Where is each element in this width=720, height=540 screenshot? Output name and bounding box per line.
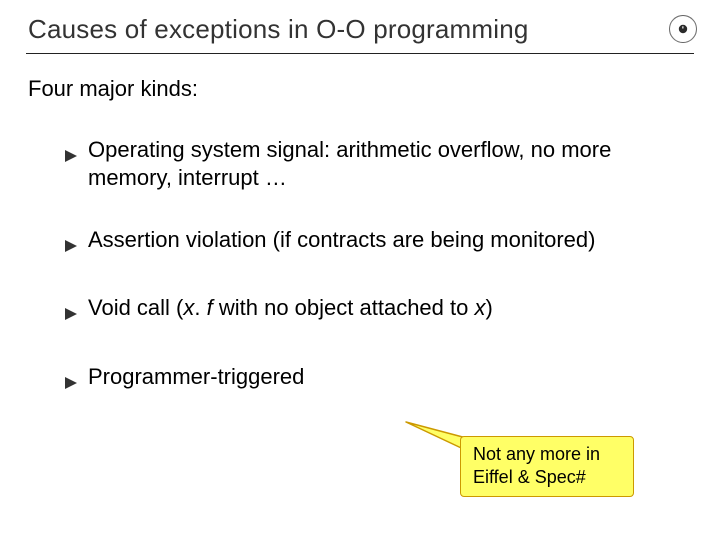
callout-text: Not any more in Eiffel & Spec#	[473, 444, 600, 487]
text-fragment: Void call (	[88, 295, 183, 320]
variable-x: x	[183, 295, 194, 320]
title-row: Causes of exceptions in O-O programming	[28, 14, 692, 45]
slide-title: Causes of exceptions in O-O programming	[28, 14, 529, 45]
list-item-text: Operating system signal: arithmetic over…	[88, 136, 692, 192]
list-item-text: Programmer-triggered	[88, 363, 692, 391]
text-fragment: with no object attached to	[213, 295, 475, 320]
text-fragment: )	[485, 295, 492, 320]
bullet-list: Operating system signal: arithmetic over…	[28, 136, 692, 397]
slide: Causes of exceptions in O-O programming …	[0, 0, 720, 540]
callout: Not any more in Eiffel & Spec#	[404, 418, 684, 508]
list-item-text: Void call (x. f with no object attached …	[88, 294, 692, 322]
list-item-text: Assertion violation (if contracts are be…	[88, 226, 692, 254]
list-item: Assertion violation (if contracts are be…	[64, 226, 692, 260]
text-fragment: .	[194, 295, 206, 320]
variable-x: x	[474, 295, 485, 320]
callout-box: Not any more in Eiffel & Spec#	[460, 436, 634, 497]
intro-text: Four major kinds:	[28, 76, 692, 102]
triangle-right-icon	[64, 300, 78, 328]
triangle-right-icon	[64, 232, 78, 260]
list-item: Programmer-triggered	[64, 363, 692, 397]
list-item: Void call (x. f with no object attached …	[64, 294, 692, 328]
logo-icon	[668, 14, 698, 44]
list-item: Operating system signal: arithmetic over…	[64, 136, 692, 192]
triangle-right-icon	[64, 142, 78, 170]
title-divider	[26, 53, 694, 54]
triangle-right-icon	[64, 369, 78, 397]
